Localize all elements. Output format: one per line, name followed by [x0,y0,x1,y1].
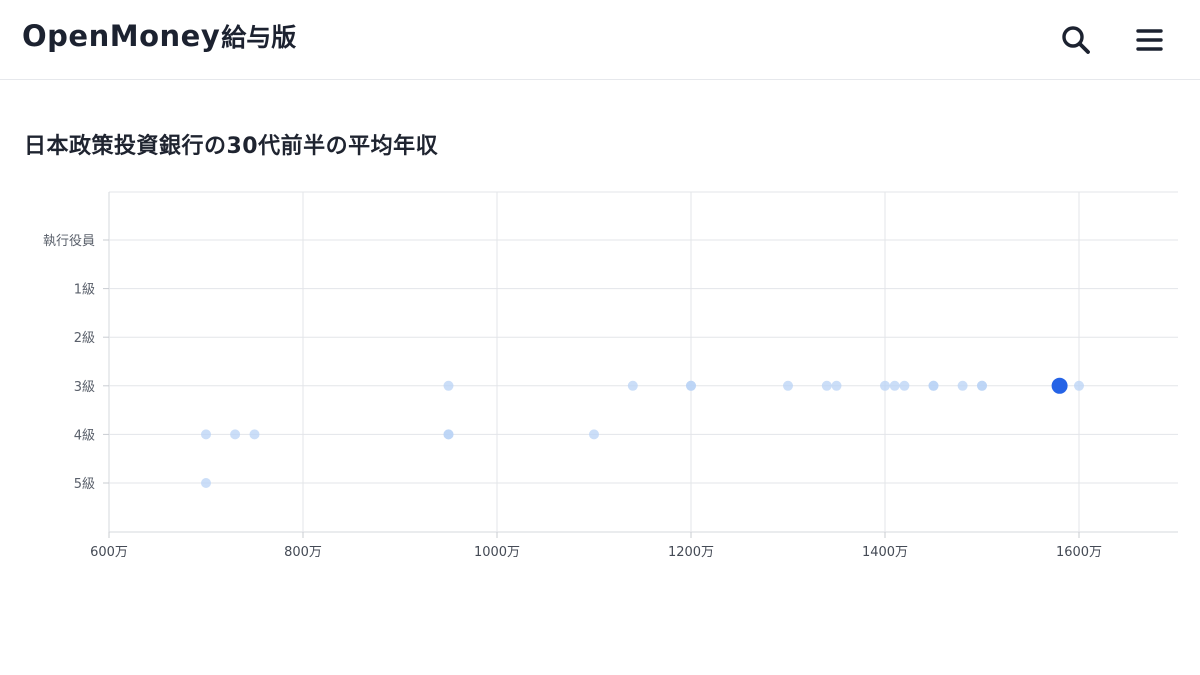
data-point [230,429,241,440]
data-point [821,380,832,391]
x-tick-label: 1400万 [862,545,908,560]
data-point [889,380,900,391]
x-tick-label: 800万 [284,545,322,560]
y-tick-label: 5級 [74,477,95,492]
site-logo[interactable]: OpenMoney 給与版 [22,18,296,54]
hamburger-menu-icon [1136,29,1163,51]
logo-text: OpenMoney [22,19,221,53]
page-title: 日本政策投資銀行の30代前半の平均年収 [24,134,439,159]
scatter-chart: 600万 800万 1000万 1200万 1400万 1600万 執行役員 1級 2級 3級 4級… [43,191,1178,560]
data-point [977,380,987,391]
data-point [443,380,454,391]
data-point [928,380,939,391]
menu-button[interactable] [1132,22,1168,58]
x-tick-label: 600万 [90,545,128,560]
data-point [201,478,211,488]
data-point [686,380,696,391]
data-point [589,429,599,440]
data-point [957,380,968,391]
y-tick-label: 1級 [74,283,95,298]
data-point [880,380,890,391]
data-point [831,380,842,391]
y-tick-label: 3級 [74,380,95,395]
data-point [443,429,454,440]
x-tick-label: 1000万 [474,545,520,560]
data-point [249,429,260,440]
x-tick-label: 1600万 [1056,545,1102,560]
y-tick-label: 2級 [74,331,95,346]
data-point [1074,380,1084,391]
data-point [627,380,638,391]
y-tick-label: 執行役員 [43,233,95,249]
data-point [201,429,211,440]
highlight-data-point [1051,377,1068,394]
data-point [783,380,793,391]
x-tick-label: 1200万 [668,545,714,560]
search-button[interactable] [1058,22,1094,58]
site-header: OpenMoney 給与版 [0,0,1200,80]
y-tick-label: 4級 [74,428,95,443]
data-point [899,380,910,391]
search-icon [1062,26,1090,54]
logo-subtitle: 給与版 [221,23,297,52]
